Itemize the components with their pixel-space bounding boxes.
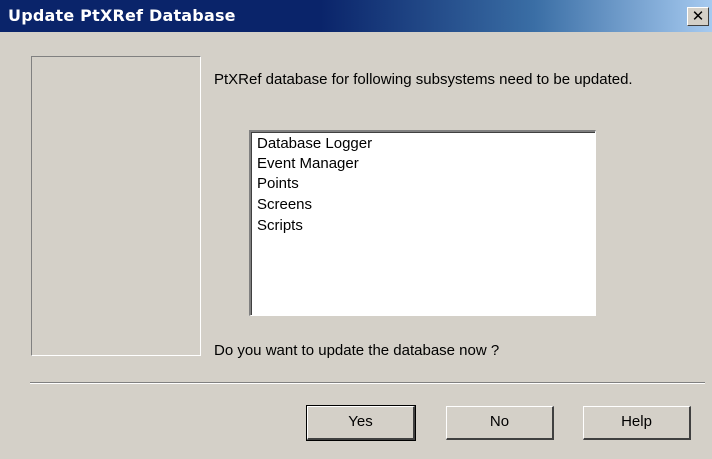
- list-item[interactable]: Database Logger: [257, 134, 372, 154]
- list-item[interactable]: Scripts: [257, 216, 303, 236]
- list-item[interactable]: Screens: [257, 195, 312, 215]
- list-item[interactable]: Event Manager: [257, 154, 359, 174]
- close-icon: ✕: [691, 7, 705, 25]
- subsystems-listbox[interactable]: Database Logger Event Manager Points Scr…: [249, 130, 596, 316]
- image-panel: [31, 56, 201, 356]
- help-button[interactable]: Help: [583, 406, 691, 440]
- question-text: Do you want to update the database now ?: [214, 342, 500, 359]
- message-text: PtXRef database for following subsystems…: [214, 71, 633, 88]
- window-title: Update PtXRef Database: [8, 6, 236, 25]
- close-button[interactable]: ✕: [687, 7, 709, 26]
- title-bar[interactable]: Update PtXRef Database ✕: [0, 0, 712, 32]
- yes-button[interactable]: Yes: [306, 405, 416, 441]
- no-button[interactable]: No: [446, 406, 554, 440]
- separator: [30, 382, 705, 384]
- update-ptxref-dialog: Update PtXRef Database ✕ PtXRef database…: [0, 0, 712, 459]
- list-item[interactable]: Points: [257, 174, 299, 194]
